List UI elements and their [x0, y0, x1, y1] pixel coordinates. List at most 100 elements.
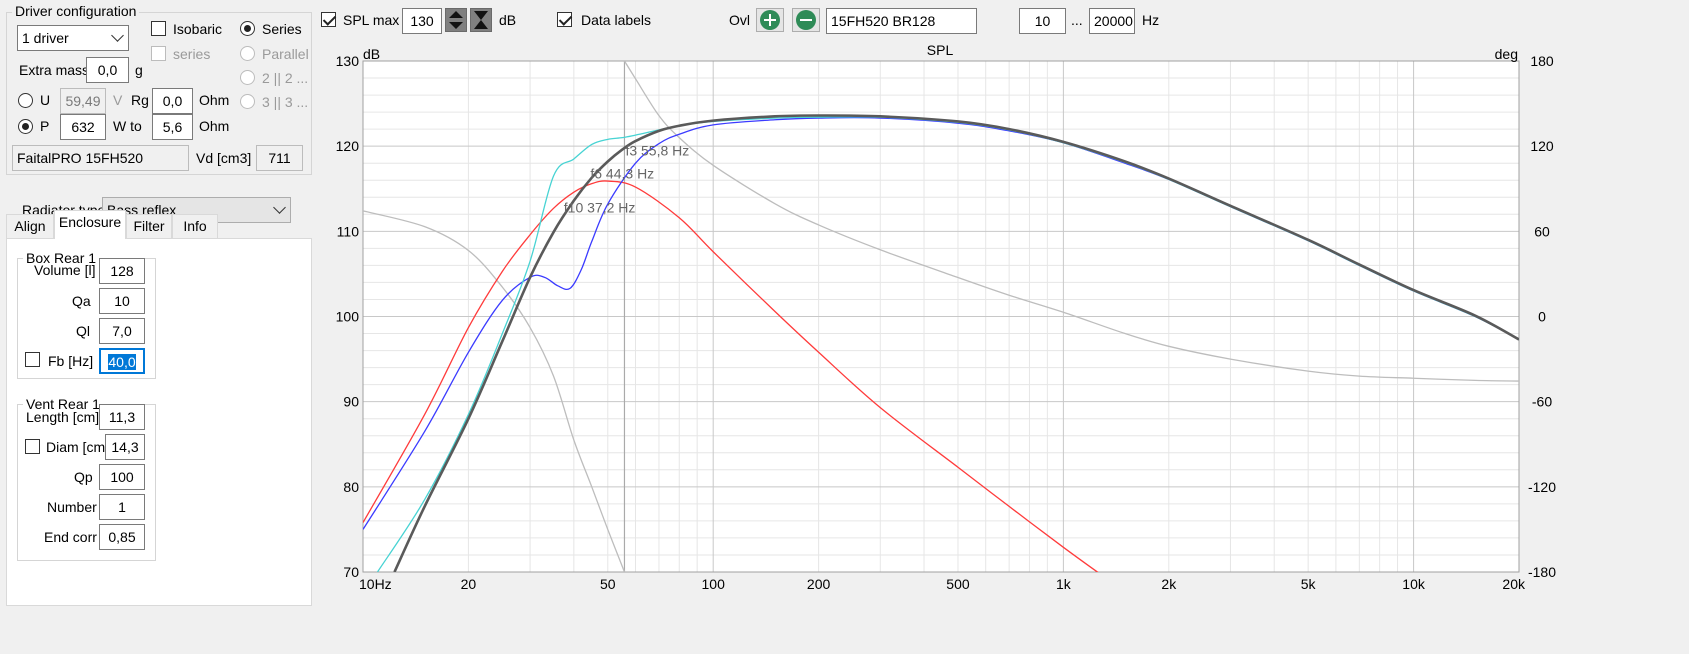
ql-input[interactable]: 7,0	[99, 318, 145, 344]
hourglass-icon	[474, 11, 488, 29]
chart-ylabel: dB	[363, 46, 380, 62]
y-tick-label: 110	[337, 223, 360, 239]
x-tick-label: 5k	[1301, 576, 1317, 592]
data-labels-checkbox[interactable]	[557, 12, 572, 27]
u-label: U	[40, 92, 51, 108]
vd-field: 711	[256, 145, 303, 171]
volume-label: Volume [l]	[34, 262, 96, 278]
p-radio[interactable]	[18, 119, 33, 134]
fb-label: Fb [Hz]	[48, 353, 94, 369]
rg-input[interactable]: 0,0	[152, 88, 193, 114]
freq-range-separator: ...	[1071, 12, 1083, 28]
spl-range-button[interactable]	[470, 8, 492, 32]
series-radio[interactable]	[240, 21, 255, 36]
diam-checkbox[interactable]	[25, 439, 40, 454]
option-3-3-label: 3 || 3 ...	[262, 94, 309, 110]
rg-unit: Ohm	[199, 92, 230, 108]
x-tick-label: 20	[461, 576, 477, 592]
fb-input-value: 40,0	[108, 354, 136, 370]
diam-label: Diam [cm]	[46, 439, 109, 455]
y2-tick-label: 120	[1530, 138, 1554, 154]
tab-enclosure[interactable]: Enclosure	[54, 210, 126, 239]
driver-name-field: FaitalPRO 15FH520	[12, 145, 189, 171]
isobaric-label: Isobaric	[173, 21, 223, 37]
x-tick-label: 200	[807, 576, 831, 592]
tab-filter-label: Filter	[133, 218, 165, 234]
spin-up-down-icon	[449, 11, 463, 29]
u-radio[interactable]	[18, 93, 33, 108]
p-label: P	[40, 118, 50, 134]
spl-max-spinner[interactable]	[445, 8, 467, 32]
extra-mass-label: Extra mass	[19, 62, 90, 78]
driver-count-value: 1 driver	[22, 30, 69, 46]
spl-max-input[interactable]: 130	[402, 8, 442, 34]
x-tick-label: 500	[946, 576, 970, 592]
y2-tick-label: 0	[1538, 309, 1546, 325]
vd-label: Vd [cm3]	[196, 150, 252, 166]
parallel-label: Parallel	[262, 46, 309, 62]
end-corr-input[interactable]: 0,85	[99, 524, 145, 550]
series-sub-label: series	[173, 46, 211, 62]
tab-filter[interactable]: Filter	[126, 214, 172, 238]
driver-count-select[interactable]: 1 driver	[17, 25, 129, 51]
rg-label: Rg	[131, 92, 149, 108]
chevron-down-icon	[273, 201, 286, 214]
target-ohm-input[interactable]: 5,6	[152, 114, 193, 140]
project-name-input[interactable]: 15FH520 BR128	[826, 8, 977, 34]
diam-input[interactable]: 14,3	[105, 434, 145, 460]
p-input[interactable]: 632	[60, 114, 106, 140]
p-unit: W to	[113, 118, 142, 134]
length-input[interactable]: 11,3	[99, 404, 145, 430]
data-labels-label: Data labels	[581, 12, 652, 28]
y-tick-label: 70	[343, 564, 359, 580]
ovl-label: Ovl	[729, 12, 750, 28]
freq-unit: Hz	[1142, 12, 1160, 28]
y-tick-label: 130	[336, 53, 360, 69]
option-2-2-label: 2 || 2 ...	[262, 70, 309, 86]
fb-checkbox[interactable]	[25, 352, 40, 367]
extra-mass-input[interactable]: 0,0	[86, 57, 129, 83]
qa-input[interactable]: 10	[99, 288, 145, 314]
x-tick-label: 50	[600, 576, 616, 592]
end-corr-label: End corr	[44, 529, 97, 545]
remove-overlay-button[interactable]	[792, 8, 820, 32]
series-label: Series	[262, 21, 302, 37]
tab-align-label: Align	[14, 218, 46, 234]
tab-enclosure-label: Enclosure	[58, 214, 122, 230]
add-overlay-button[interactable]	[756, 8, 784, 32]
y2-tick-label: -60	[1532, 394, 1552, 410]
tab-align[interactable]: Align	[6, 214, 54, 238]
option-3-3-radio[interactable]	[240, 94, 255, 109]
volume-input[interactable]: 128	[99, 258, 145, 284]
freq-max-input[interactable]: 20000	[1089, 8, 1135, 34]
u-input[interactable]: 59,49	[60, 88, 106, 114]
spl-chart-panel: 10Hz 20 50 100 200 500 1k 2k 5k 10k 20k 70 80 90 100 11…	[322, 40, 1556, 596]
frequency-annotation: f10 37,2 Hz	[564, 199, 636, 215]
x-tick-label: 2k	[1161, 576, 1177, 592]
option-2-2-radio[interactable]	[240, 70, 255, 85]
length-label: Length [cm]	[26, 409, 100, 425]
target-ohm-unit: Ohm	[199, 118, 230, 134]
tab-info-label: Info	[183, 218, 207, 234]
tab-info[interactable]: Info	[172, 214, 218, 238]
y-tick-label: 90	[343, 394, 359, 410]
x-tick-label: 10Hz	[359, 576, 392, 592]
chevron-down-icon	[111, 29, 124, 42]
y2-tick-label: 180	[1530, 53, 1554, 69]
chart-y2label: deg	[1495, 46, 1518, 62]
spl-max-checkbox[interactable]	[321, 12, 336, 27]
qa-label: Qa	[72, 293, 91, 309]
y-tick-label: 100	[336, 309, 360, 325]
qp-input[interactable]: 100	[99, 464, 145, 490]
number-input[interactable]: 1	[99, 494, 145, 520]
plus-icon	[760, 10, 780, 30]
isobaric-checkbox[interactable]	[151, 21, 166, 36]
spl-max-label: SPL max	[343, 12, 400, 28]
fb-input[interactable]: 40,0	[99, 348, 145, 374]
parallel-radio[interactable]	[240, 46, 255, 61]
minus-icon	[796, 10, 816, 30]
y-tick-label: 80	[343, 479, 359, 495]
freq-min-input[interactable]: 10	[1019, 8, 1066, 34]
series-sub-checkbox[interactable]	[151, 46, 166, 61]
qp-label: Qp	[74, 469, 93, 485]
